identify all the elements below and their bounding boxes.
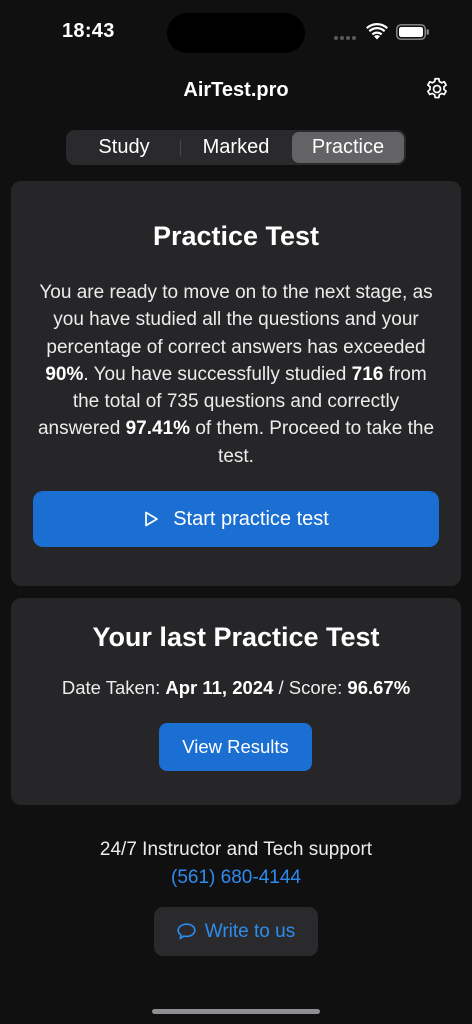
- play-icon: [145, 511, 159, 527]
- practice-test-description: You are ready to move on to the next sta…: [31, 279, 441, 470]
- practice-test-card: Practice Test You are ready to move on t…: [11, 181, 461, 586]
- wifi-icon: [366, 23, 388, 40]
- tab-marked[interactable]: Marked: [180, 132, 292, 163]
- description-text: . You have successfully studied: [83, 363, 352, 385]
- start-practice-test-label: Start practice test: [173, 507, 329, 530]
- support-phone-link[interactable]: (561) 680-4144: [0, 867, 472, 889]
- status-time: 18:43: [62, 20, 115, 42]
- gear-icon[interactable]: [424, 76, 450, 102]
- info-separator: /: [273, 677, 289, 698]
- cellular-signal-icon: [334, 36, 356, 40]
- last-practice-test-title: Your last Practice Test: [92, 622, 380, 652]
- tab-practice[interactable]: Practice: [292, 132, 404, 163]
- write-to-us-label: Write to us: [204, 920, 296, 942]
- description-text: of them. Proceed to take the test.: [190, 418, 435, 467]
- mode-segmented-control: Study Marked Practice: [66, 130, 406, 165]
- start-practice-test-button[interactable]: Start practice test: [33, 491, 439, 547]
- tab-study[interactable]: Study: [68, 132, 180, 163]
- studied-count: 716: [351, 363, 384, 385]
- last-practice-test-card: Your last Practice Test Date Taken: Apr …: [11, 598, 461, 805]
- app-title: AirTest.pro: [183, 79, 289, 101]
- home-indicator[interactable]: [152, 1009, 320, 1014]
- date-taken-label: Date Taken:: [61, 677, 166, 698]
- date-taken-value: Apr 11, 2024: [165, 677, 274, 698]
- threshold-percent: 90%: [45, 363, 84, 385]
- practice-test-title: Practice Test: [152, 221, 320, 251]
- score-value: 96.67%: [347, 677, 411, 698]
- battery-icon: [396, 24, 429, 40]
- correct-percent: 97.41%: [125, 418, 191, 440]
- score-label: Score:: [288, 677, 348, 698]
- write-to-us-button[interactable]: Write to us: [154, 907, 318, 956]
- description-text: You are ready to move on to the next sta…: [39, 282, 433, 358]
- last-test-info: Date Taken: Apr 11, 2024 / Score: 96.67%: [11, 677, 461, 699]
- chat-bubble-icon: [177, 923, 196, 940]
- support-text: 24/7 Instructor and Tech support: [99, 839, 373, 860]
- status-bar: 18:43: [0, 0, 472, 60]
- view-results-button[interactable]: View Results: [159, 723, 312, 771]
- dynamic-island: [167, 13, 305, 53]
